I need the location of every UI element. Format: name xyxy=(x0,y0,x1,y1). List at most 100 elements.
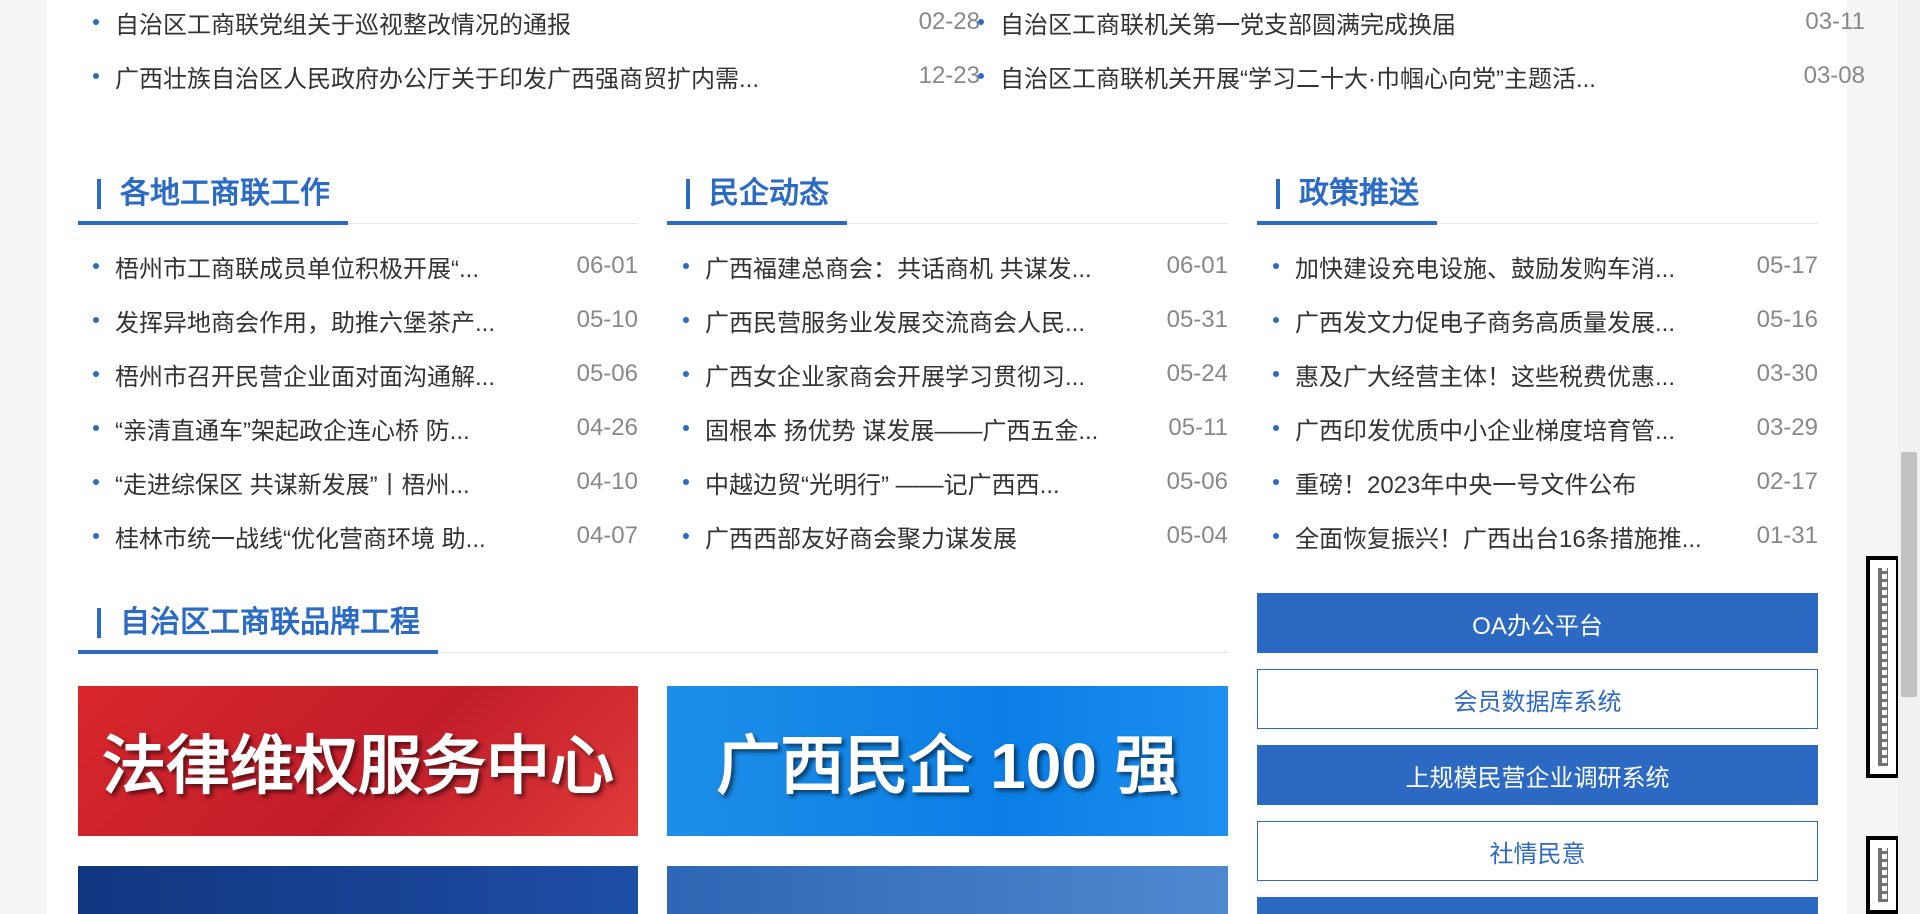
list-item[interactable]: 桂林市统一战线“优化营商环境 助... 04-07 xyxy=(93,509,638,563)
list-item[interactable]: 广西印发优质中小企业梯度培育管... 03-29 xyxy=(1273,401,1818,455)
list-item[interactable]: 广西西部友好商会聚力谋发展 05-04 xyxy=(683,509,1228,563)
news-title[interactable]: 自治区工商联机关第一党支部圆满完成换届 xyxy=(1000,5,1795,40)
scrollbar-thumb[interactable] xyxy=(1901,452,1917,697)
section-marker xyxy=(97,179,101,209)
enterprise-survey-button[interactable]: 上规模民营企业调研系统 xyxy=(1257,745,1818,805)
news-date: 05-10 xyxy=(576,306,638,333)
news-date: 12-23 xyxy=(918,62,980,89)
section-underline xyxy=(1257,221,1437,225)
news-title[interactable]: 广西发文力促电子商务高质量发展... xyxy=(1295,303,1747,338)
news-title[interactable]: 中越边贸“光明行” ——记广西西... xyxy=(705,465,1157,500)
news-date: 04-26 xyxy=(576,414,638,441)
news-title[interactable]: 梧州市召开民营企业面对面沟通解... xyxy=(115,357,567,392)
section-title[interactable]: 政策推送 xyxy=(1299,171,1419,217)
list-item[interactable]: 广西女企业家商会开展学习贯彻习... 05-24 xyxy=(683,347,1228,401)
news-title[interactable]: 惠及广大经营主体！这些税费优惠... xyxy=(1295,357,1747,392)
bullet-icon xyxy=(1273,425,1279,431)
bullet-icon xyxy=(93,479,99,485)
bullet-icon xyxy=(93,425,99,431)
banner-legal-rights[interactable]: 法律维权服务中心 xyxy=(78,686,638,836)
news-date: 05-11 xyxy=(1168,414,1228,441)
news-title[interactable]: 发挥异地商会作用，助推六堡茶产... xyxy=(115,303,567,338)
news-title[interactable]: 自治区工商联机关开展“学习二十大·巾帼心向党”主题活... xyxy=(1000,59,1794,94)
section-underline xyxy=(78,221,348,225)
news-date: 04-10 xyxy=(576,468,638,495)
list-item[interactable]: 自治区工商联机关第一党支部圆满完成换届 03-11 xyxy=(978,0,1865,49)
news-date: 03-30 xyxy=(1756,360,1818,387)
news-title[interactable]: 重磅！2023年中央一号文件公布 xyxy=(1295,465,1747,500)
bullet-icon xyxy=(1273,533,1279,539)
list-item[interactable]: 广西福建总商会：共话商机 共谋发... 06-01 xyxy=(683,239,1228,293)
section-brand-header: 自治区工商联品牌工程 xyxy=(78,592,1228,654)
banner-top100[interactable]: 广西民企 100 强 xyxy=(667,686,1228,836)
list-item[interactable]: 重磅！2023年中央一号文件公布 02-17 xyxy=(1273,455,1818,509)
list-item[interactable]: 自治区工商联党组关于巡视整改情况的通报 02-28 xyxy=(93,0,980,49)
news-date: 03-08 xyxy=(1803,62,1865,89)
list-item[interactable]: 广西民营服务业发展交流商会人民... 05-31 xyxy=(683,293,1228,347)
list-item[interactable]: 惠及广大经营主体！这些税费优惠... 03-30 xyxy=(1273,347,1818,401)
section-title[interactable]: 自治区工商联品牌工程 xyxy=(120,600,420,646)
news-title[interactable]: “走进综保区 共谋新发展”丨梧州... xyxy=(115,465,567,500)
bullet-icon xyxy=(683,425,689,431)
member-database-button[interactable]: 会员数据库系统 xyxy=(1257,669,1818,729)
list-item[interactable]: 固根本 扬优势 谋发展——广西五金... 05-11 xyxy=(683,401,1228,455)
news-title[interactable]: 桂林市统一战线“优化营商环境 助... xyxy=(115,519,567,554)
qr-pattern xyxy=(1878,568,1888,766)
button-label: 社情民意 xyxy=(1489,840,1586,868)
list-item[interactable]: 自治区工商联机关开展“学习二十大·巾帼心向党”主题活... 03-08 xyxy=(978,49,1865,103)
list-item[interactable]: 加快建设充电设施、鼓励发购车消... 05-17 xyxy=(1273,239,1818,293)
news-title[interactable]: 梧州市工商联成员单位积极开展“... xyxy=(115,249,567,284)
news-title[interactable]: 加快建设充电设施、鼓励发购车消... xyxy=(1295,249,1747,284)
news-title[interactable]: 广西印发优质中小企业梯度培育管... xyxy=(1295,411,1747,446)
list-item[interactable]: “走进综保区 共谋新发展”丨梧州... 04-10 xyxy=(93,455,638,509)
bullet-icon xyxy=(1273,479,1279,485)
list-item[interactable]: 梧州市召开民营企业面对面沟通解... 05-06 xyxy=(93,347,638,401)
list-item[interactable]: 中越边贸“光明行” ——记广西西... 05-06 xyxy=(683,455,1228,509)
bullet-icon xyxy=(93,317,99,323)
list-item[interactable]: 发挥异地商会作用，助推六堡茶产... 05-10 xyxy=(93,293,638,347)
news-title[interactable]: 固根本 扬优势 谋发展——广西五金... xyxy=(705,411,1158,446)
system-button-next[interactable] xyxy=(1257,897,1818,914)
banner-lower-right[interactable] xyxy=(667,866,1228,914)
news-title[interactable]: 自治区工商联党组关于巡视整改情况的通报 xyxy=(115,5,909,40)
bullet-icon xyxy=(978,19,984,25)
bullet-icon xyxy=(93,371,99,377)
news-title[interactable]: 广西民营服务业发展交流商会人民... xyxy=(705,303,1157,338)
list-item[interactable]: 广西壮族自治区人民政府办公厅关于印发广西强商贸扩内需... 12-23 xyxy=(93,49,980,103)
banner-lower-left[interactable] xyxy=(78,866,638,914)
bullet-icon xyxy=(683,533,689,539)
bullet-icon xyxy=(683,317,689,323)
page-content: 自治区工商联党组关于巡视整改情况的通报 02-28 广西壮族自治区人民政府办公厅… xyxy=(47,0,1865,914)
list-item[interactable]: 梧州市工商联成员单位积极开展“... 06-01 xyxy=(93,239,638,293)
bullet-icon xyxy=(93,533,99,539)
banner-text: 广西民企 100 强 xyxy=(716,730,1179,802)
oa-platform-button[interactable]: OA办公平台 xyxy=(1257,593,1818,653)
bullet-icon xyxy=(683,371,689,377)
section-underline xyxy=(78,650,438,654)
section-policy-header: 政策推送 xyxy=(1257,163,1818,225)
qr-code-icon xyxy=(1866,836,1900,914)
list-item[interactable]: 广西发文力促电子商务高质量发展... 05-16 xyxy=(1273,293,1818,347)
news-title[interactable]: “亲清直通车”架起政企连心桥 防... xyxy=(115,411,567,446)
list-item[interactable]: 全面恢复振兴！广西出台16条措施推... 01-31 xyxy=(1273,509,1818,563)
bullet-icon xyxy=(1273,317,1279,323)
public-opinion-button[interactable]: 社情民意 xyxy=(1257,821,1818,881)
section-marker xyxy=(1276,179,1280,209)
news-date: 05-04 xyxy=(1166,522,1228,549)
news-date: 01-31 xyxy=(1756,522,1818,549)
news-title[interactable]: 广西壮族自治区人民政府办公厅关于印发广西强商贸扩内需... xyxy=(115,59,909,94)
list-item[interactable]: “亲清直通车”架起政企连心桥 防... 04-26 xyxy=(93,401,638,455)
scrollbar[interactable] xyxy=(1898,0,1920,914)
section-title[interactable]: 民企动态 xyxy=(709,171,829,217)
bullet-icon xyxy=(93,73,99,79)
news-title[interactable]: 全面恢复振兴！广西出台16条措施推... xyxy=(1295,519,1747,554)
news-date: 06-01 xyxy=(576,252,638,279)
news-title[interactable]: 广西西部友好商会聚力谋发展 xyxy=(705,519,1157,554)
qr-code-icon xyxy=(1866,556,1900,778)
news-date: 03-11 xyxy=(1805,8,1865,35)
news-title[interactable]: 广西福建总商会：共话商机 共谋发... xyxy=(705,249,1157,284)
news-title[interactable]: 广西女企业家商会开展学习贯彻习... xyxy=(705,357,1157,392)
section-underline xyxy=(667,221,847,225)
section-title[interactable]: 各地工商联工作 xyxy=(120,171,330,217)
section-marker xyxy=(97,608,101,638)
